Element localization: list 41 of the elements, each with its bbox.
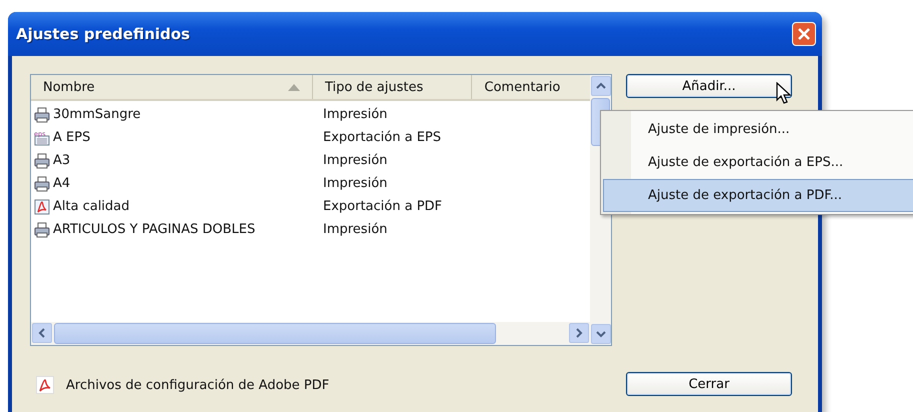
chevron-up-icon bbox=[596, 82, 606, 90]
table-cell-text: Impresión bbox=[322, 176, 388, 191]
horizontal-scrollbar[interactable] bbox=[31, 322, 590, 345]
table-cell-text: Impresión bbox=[322, 222, 388, 237]
table-cell-text: Impresión bbox=[322, 107, 388, 122]
column-header[interactable]: Comentario bbox=[472, 75, 590, 99]
chevron-down-icon bbox=[596, 330, 606, 338]
close-button[interactable] bbox=[792, 22, 816, 46]
menu-item[interactable]: Ajuste de exportación a PDF... bbox=[603, 179, 913, 212]
table-cell-text: Impresión bbox=[322, 153, 388, 168]
table-cell-text: Exportación a PDF bbox=[322, 199, 444, 214]
scroll-thumb[interactable] bbox=[54, 323, 496, 344]
footer-label: Archivos de configuración de Adobe PDF bbox=[66, 378, 330, 392]
list-item[interactable]: Alta calidad bbox=[31, 198, 314, 214]
chevron-left-icon bbox=[38, 328, 46, 338]
printer-icon bbox=[34, 176, 50, 192]
list-item[interactable]: A4 bbox=[31, 176, 314, 192]
list-item[interactable]: ARTICULOS Y PAGINAS DOBLES bbox=[31, 222, 314, 238]
column-header[interactable]: Nombre bbox=[31, 75, 313, 99]
scroll-down-button[interactable] bbox=[591, 324, 611, 344]
list-item[interactable]: 30mmSangre bbox=[31, 106, 314, 122]
add-button[interactable]: Añadir... bbox=[626, 74, 792, 98]
mouse-cursor-icon bbox=[776, 82, 792, 106]
menu-item[interactable]: Ajuste de exportación a EPS... bbox=[603, 146, 913, 179]
pdf-file-icon bbox=[34, 198, 50, 214]
table-cell-text: Exportación a EPS bbox=[322, 130, 442, 145]
printer-icon bbox=[34, 222, 50, 238]
printer-icon bbox=[34, 152, 50, 168]
chevron-right-icon bbox=[575, 328, 583, 338]
list-item[interactable]: A3 bbox=[31, 152, 314, 168]
scroll-left-button[interactable] bbox=[32, 323, 52, 343]
close-dialog-button[interactable]: Cerrar bbox=[626, 372, 792, 396]
scroll-right-button[interactable] bbox=[569, 323, 589, 343]
menu-item[interactable]: Ajuste de impresión... bbox=[603, 113, 913, 146]
close-icon bbox=[797, 27, 811, 41]
column-header[interactable]: Tipo de ajustes bbox=[312, 75, 472, 99]
sort-arrow-icon bbox=[288, 84, 300, 90]
window-title: Ajustes predefinidos bbox=[16, 25, 190, 43]
pdf-icon bbox=[36, 376, 54, 394]
printer-icon bbox=[34, 106, 50, 122]
scroll-up-button[interactable] bbox=[591, 76, 611, 96]
